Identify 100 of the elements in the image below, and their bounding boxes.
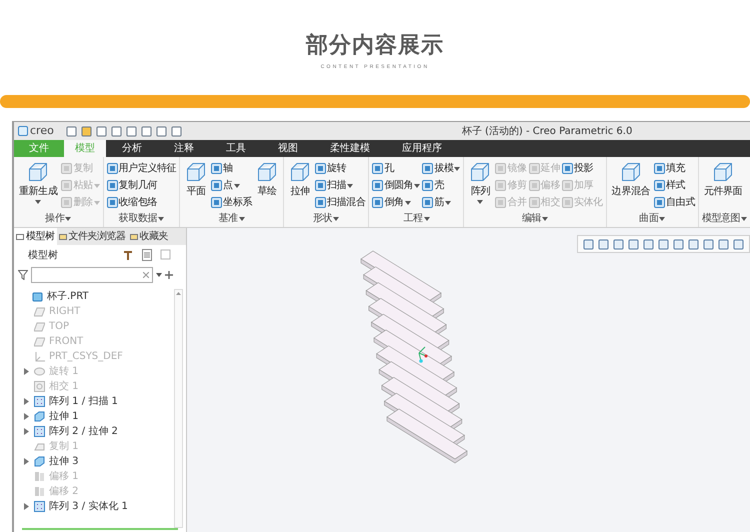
ribbon-command[interactable]: 扫描混合 [315, 194, 366, 211]
quick-access-icon[interactable] [96, 126, 107, 136]
tree-item[interactable]: 拉伸 3 [49, 454, 79, 469]
group-label[interactable]: 模型意图 [702, 213, 748, 225]
ribbon-command[interactable]: 壳 [422, 177, 460, 194]
ribbon-command[interactable]: 倒圆角 [372, 177, 420, 194]
ribbon-command[interactable]: 筋 [422, 194, 460, 211]
ribbon-command[interactable]: 收缩包络 [106, 194, 176, 211]
list-icon[interactable] [142, 249, 152, 261]
view-tool-icon[interactable] [733, 238, 744, 250]
caret-icon [404, 200, 411, 204]
ribbon-command[interactable]: 复制几何 [106, 177, 176, 194]
tree-item[interactable]: 杯子.PRT [47, 289, 89, 304]
expand-arrow-icon[interactable] [24, 398, 28, 405]
ribbon-tab[interactable]: 应用程序 [386, 140, 458, 157]
expand-arrow-icon[interactable] [24, 413, 28, 420]
caret-icon [454, 166, 460, 170]
ribbon-command[interactable]: 自由式 [654, 194, 695, 211]
ribbon-tab[interactable]: 柔性建模 [314, 140, 386, 157]
panel-tab[interactable]: 文件夹浏览器 [56, 228, 128, 245]
ribbon-command[interactable]: 点 [211, 177, 252, 194]
ribbon-command[interactable]: 边界混合 [610, 160, 652, 213]
caret-icon [347, 184, 354, 188]
command-icon [106, 180, 118, 191]
group-label[interactable]: 工程 [403, 213, 430, 225]
group-label[interactable]: 曲面 [639, 213, 666, 225]
view-tool-icon[interactable] [658, 238, 669, 250]
ribbon-command[interactable]: 样式 [654, 177, 695, 194]
quick-access-icon[interactable] [156, 126, 167, 136]
expand-arrow-icon[interactable] [24, 503, 28, 510]
ribbon-tab[interactable]: 工具 [210, 140, 262, 157]
ribbon-command[interactable]: 平面 [183, 160, 210, 213]
caret-icon [158, 217, 164, 221]
folder-icon [130, 232, 138, 240]
settings-icon[interactable] [122, 249, 134, 261]
command-icon [106, 197, 118, 208]
ribbon-tab[interactable]: 注释 [158, 140, 210, 157]
ribbon-command[interactable]: 拔模 [422, 160, 460, 177]
quick-access-icon[interactable] [170, 126, 182, 136]
view-tool-icon[interactable] [598, 238, 609, 250]
caret-icon [94, 200, 100, 204]
command-icon [620, 162, 641, 182]
extrude-feature-icon [34, 456, 45, 467]
tree-item[interactable]: 阵列 2 / 拉伸 2 [49, 424, 118, 439]
quick-access-icon[interactable] [66, 126, 77, 136]
ribbon-command[interactable]: 重新生成 [17, 160, 60, 213]
ribbon-command[interactable]: 元件界面 [702, 160, 744, 213]
ribbon-command[interactable]: 投影 [562, 160, 603, 177]
command-icon [211, 197, 222, 208]
tree-item[interactable]: 阵列 3 / 实体化 1 [49, 499, 128, 514]
ribbon-command[interactable]: 草绘 [254, 160, 280, 213]
ribbon-command[interactable]: 轴 [211, 160, 252, 177]
filter-icon[interactable] [18, 270, 28, 280]
ribbon-command[interactable]: 扫描 [315, 177, 366, 194]
ribbon-tab[interactable]: 分析 [106, 140, 158, 157]
group-label[interactable]: 形状 [313, 213, 340, 225]
ribbon-command[interactable]: 用户定义特征 [106, 160, 176, 177]
tree-item[interactable]: 阵列 1 / 扫描 1 [49, 394, 118, 409]
ribbon-command[interactable]: 坐标系 [211, 194, 252, 211]
view-tool-icon[interactable] [673, 238, 684, 250]
csys-feature-icon [34, 351, 45, 362]
extrude-feature-icon [34, 411, 45, 422]
panel-tab[interactable]: 模型树 [14, 228, 56, 245]
clear-icon[interactable] [143, 272, 149, 278]
expand-arrow-icon[interactable] [24, 458, 28, 465]
ribbon-command[interactable]: 倒角 [372, 194, 420, 211]
view-tool-icon[interactable] [688, 238, 699, 250]
ribbon-command[interactable]: 填充 [654, 160, 695, 177]
group-label[interactable]: 基准 [218, 213, 245, 225]
view-tool-icon[interactable] [718, 238, 729, 250]
add-icon[interactable] [165, 271, 173, 279]
view-tool-icon[interactable] [643, 238, 654, 250]
scroll-up-icon[interactable] [176, 292, 181, 295]
quick-access-icon[interactable] [80, 126, 92, 136]
command-icon [422, 197, 434, 208]
view-tool-icon[interactable] [583, 238, 594, 250]
view-tool-icon[interactable] [703, 238, 714, 250]
view-tool-icon[interactable] [613, 238, 624, 250]
ribbon-command[interactable]: 孔 [372, 160, 420, 177]
quick-access-icon[interactable] [110, 126, 122, 136]
group-label[interactable]: 操作 [45, 213, 72, 225]
search-field[interactable] [31, 267, 153, 283]
tree-item[interactable]: 拉伸 1 [49, 409, 79, 424]
quick-access-icon[interactable] [140, 126, 152, 136]
ribbon-command[interactable]: 阵列 [467, 160, 494, 213]
part-feature-icon [32, 291, 43, 302]
scrollbar[interactable] [174, 289, 183, 528]
ribbon-command[interactable]: 旋转 [315, 160, 366, 177]
expand-arrow-icon[interactable] [24, 428, 28, 435]
view-tool-icon[interactable] [628, 238, 639, 250]
quick-access-icon[interactable] [126, 126, 137, 136]
command-icon [372, 163, 384, 174]
group-label[interactable]: 获取数据 [118, 213, 164, 225]
group-label[interactable]: 编辑 [522, 213, 548, 225]
command-icon [211, 163, 222, 174]
panel-tab[interactable]: 收藏夹 [128, 228, 170, 245]
ribbon-command[interactable]: 拉伸 [287, 160, 314, 213]
panel-title: 模型树 [28, 248, 58, 262]
ribbon-tab[interactable]: 视图 [262, 140, 314, 157]
caret-icon [35, 200, 42, 204]
